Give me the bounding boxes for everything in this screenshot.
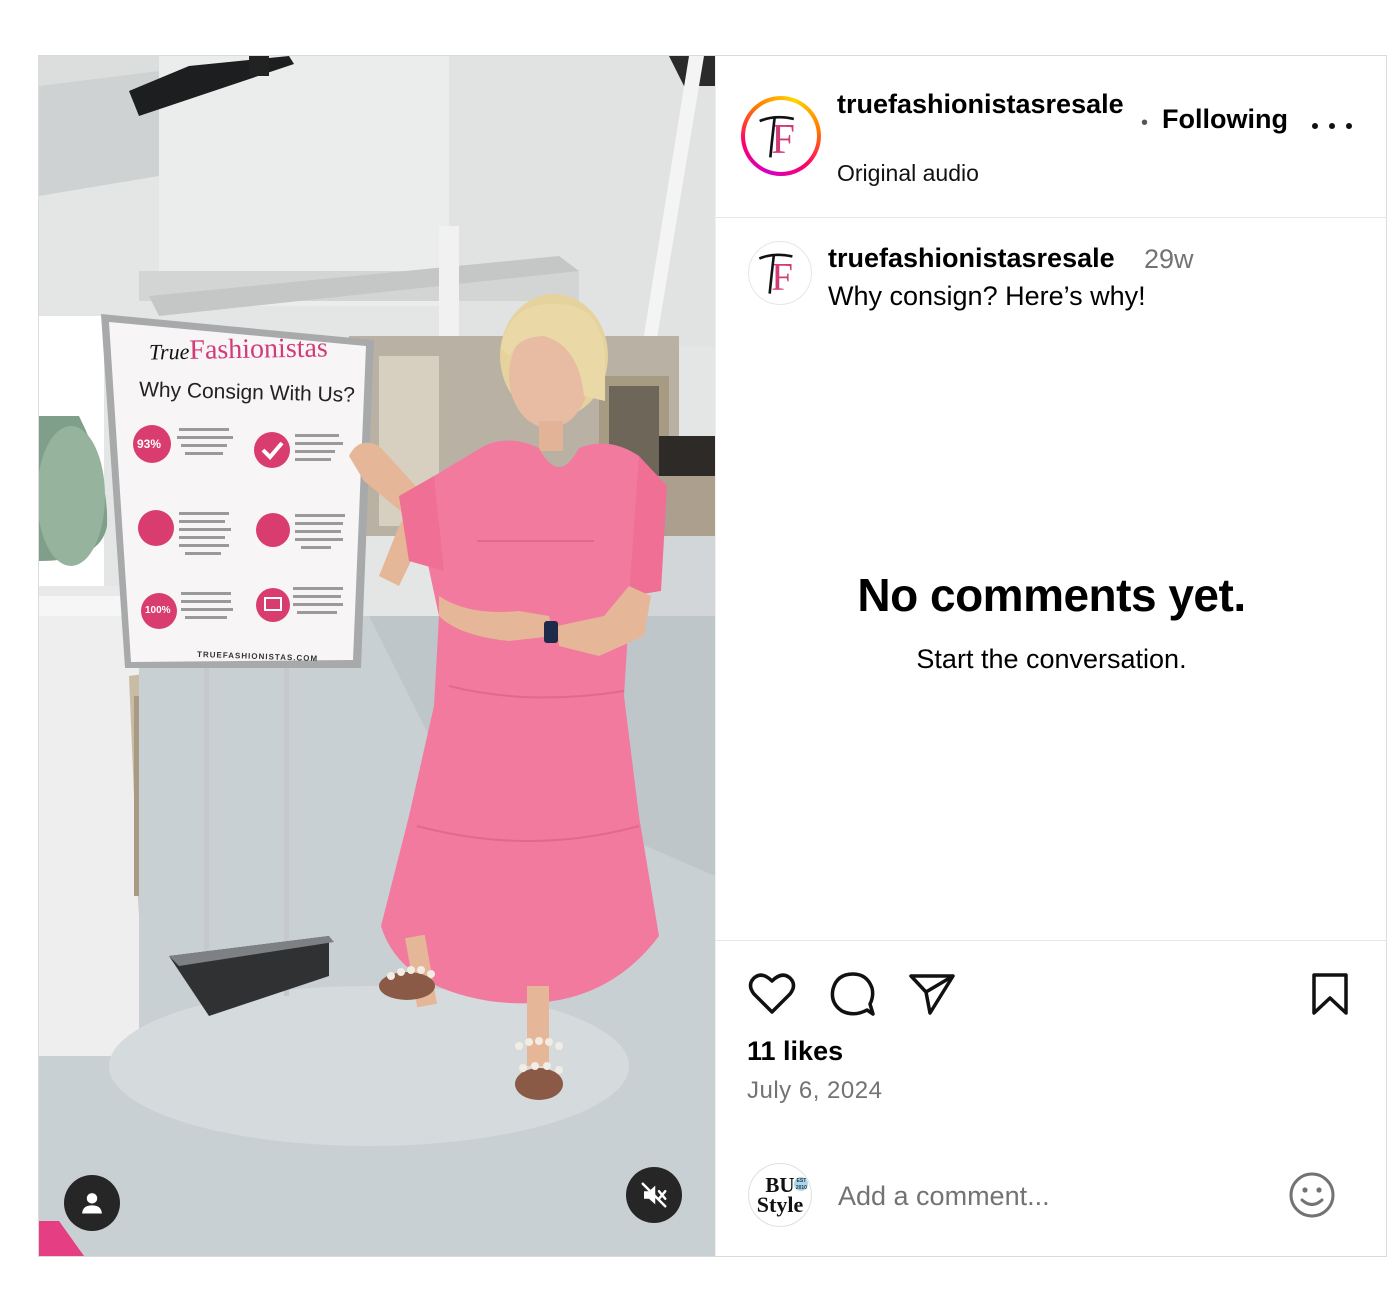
author-username[interactable]: truefashionistasresale: [837, 86, 1127, 123]
video-frame: [39, 56, 715, 1256]
post-video[interactable]: TrueFashionistas Why Consign With Us? 93…: [39, 56, 715, 1256]
poster-stat-100: 100%: [145, 605, 171, 616]
speaker-muted-icon: [641, 1182, 667, 1208]
heart-icon: [748, 973, 796, 1014]
user-icon: [82, 1193, 102, 1214]
comment-button[interactable]: [827, 968, 879, 1020]
author-avatar[interactable]: F: [741, 96, 821, 176]
no-comments-title: No comments yet.: [857, 569, 1246, 621]
save-button[interactable]: [1304, 968, 1356, 1020]
post-side-panel: F truefashionistasresale Original audio …: [715, 56, 1387, 1256]
audio-link[interactable]: Original audio: [837, 160, 979, 187]
avatar-text-bu: BU EST 2010: [765, 1172, 809, 1197]
caption-username[interactable]: truefashionistasresale: [828, 243, 1115, 274]
share-button[interactable]: [906, 968, 958, 1020]
poster-stat-93: 93%: [137, 437, 162, 451]
post-date[interactable]: July 6, 2024: [747, 1077, 882, 1105]
like-button[interactable]: [746, 968, 798, 1020]
avatar-text-style: Style: [756, 1191, 804, 1217]
separator-dot: •: [1141, 112, 1149, 134]
following-button[interactable]: Following: [1162, 104, 1288, 135]
svg-text:F: F: [771, 256, 793, 299]
tagged-user-button[interactable]: [64, 1175, 120, 1231]
bookmark-icon: [1312, 973, 1348, 1015]
poster-brand: TrueFashionistas: [148, 332, 329, 366]
comment-icon: [830, 972, 875, 1016]
no-comments-subtitle: Start the conversation.: [916, 644, 1187, 674]
likes-count[interactable]: 11 likes: [747, 1036, 843, 1067]
caption-text: Why consign? Here’s why!: [828, 281, 1146, 311]
emoji-icon[interactable]: [1288, 1171, 1336, 1219]
add-comment-input[interactable]: [838, 1174, 1258, 1218]
mute-toggle-button[interactable]: [626, 1167, 682, 1223]
current-user-avatar: BU EST 2010 Style: [748, 1163, 812, 1227]
send-icon: [909, 974, 955, 1015]
caption-avatar[interactable]: F: [748, 241, 812, 305]
more-options-icon[interactable]: [1312, 114, 1352, 138]
divider: [716, 940, 1387, 941]
caption-timestamp[interactable]: 29w: [1144, 244, 1194, 275]
post-dialog: TrueFashionistas Why Consign With Us? 93…: [38, 55, 1387, 1257]
tf-logo-icon: F: [749, 104, 813, 168]
post-header: F truefashionistasresale Original audio …: [716, 56, 1387, 218]
